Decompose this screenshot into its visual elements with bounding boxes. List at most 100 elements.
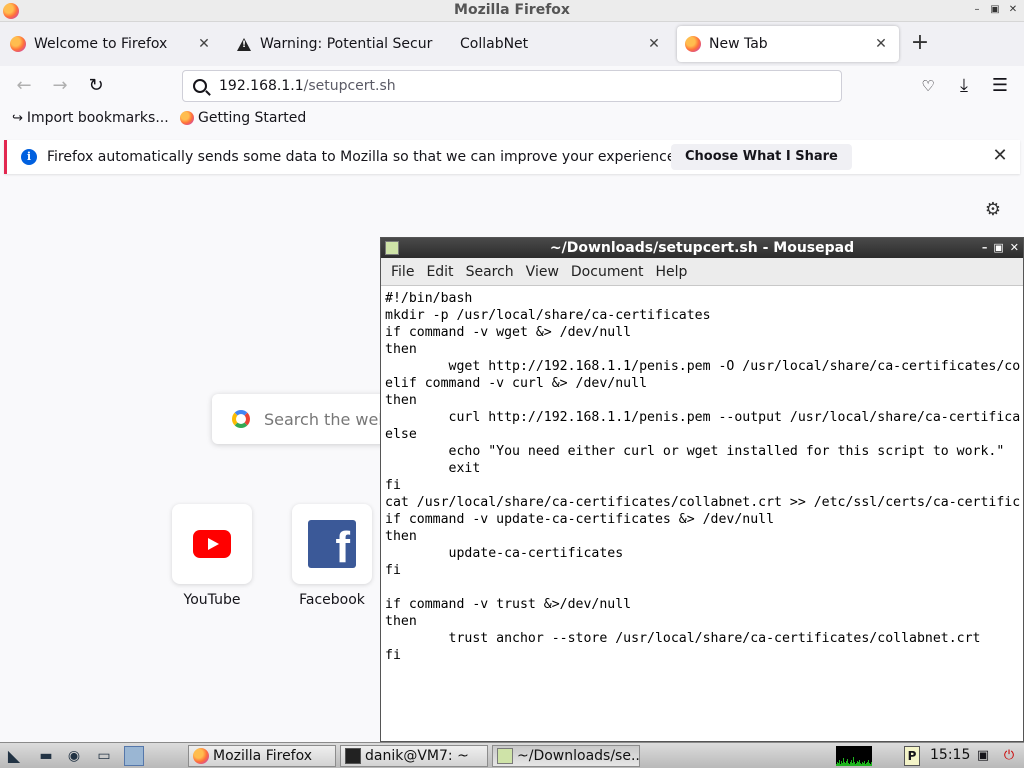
hamburger-menu-icon[interactable]: ☰: [988, 74, 1012, 98]
workspace-icon[interactable]: [124, 746, 144, 766]
tab-label: CollabNet: [460, 36, 529, 52]
code-line: if command -v update-ca-certificates &> …: [385, 512, 775, 527]
tray-app-icon[interactable]: P: [904, 746, 920, 766]
url-path: /setupcert.sh: [303, 78, 396, 94]
code-line: if command -v wget &> /dev/null: [385, 325, 632, 340]
menu-view[interactable]: View: [520, 264, 565, 280]
pocket-icon[interactable]: ♡: [916, 74, 940, 98]
downloads-icon[interactable]: ⤓: [952, 74, 976, 98]
gear-icon[interactable]: ⚙: [983, 200, 1003, 220]
taskbar-terminal[interactable]: danik@VM7: ~: [340, 745, 488, 767]
topsite-tile[interactable]: f: [292, 504, 372, 584]
code-line: curl http://192.168.1.1/penis.pem --outp…: [385, 410, 1021, 425]
close-icon[interactable]: ✕: [1006, 3, 1020, 17]
tab-bar: Welcome to Firefox ✕ Warning: Potential …: [0, 22, 1024, 66]
mousepad-window: ~/Downloads/setupcert.sh - Mousepad – ▣ …: [380, 237, 1024, 742]
tab-new-tab[interactable]: New Tab ✕: [677, 26, 899, 62]
topsite-label: YouTube: [183, 592, 241, 608]
task-label: Mozilla Firefox: [213, 748, 313, 764]
code-line: mkdir -p /usr/local/share/ca-certificate…: [385, 308, 711, 323]
import-icon: ↪: [12, 110, 23, 126]
tab-close-icon[interactable]: ✕: [644, 36, 664, 52]
code-line: echo "You need either curl or wget insta…: [385, 444, 1005, 459]
search-icon: [193, 79, 207, 93]
tab-close-icon[interactable]: ✕: [871, 36, 891, 52]
menu-document[interactable]: Document: [565, 264, 650, 280]
search-placeholder: Search the web: [264, 409, 389, 429]
maximize-icon[interactable]: ▣: [988, 3, 1002, 17]
firefox-icon: [180, 111, 194, 125]
tab-welcome[interactable]: Welcome to Firefox ✕: [2, 26, 222, 62]
minimize-icon[interactable]: –: [982, 238, 988, 258]
topsite-tile[interactable]: [172, 504, 252, 584]
code-line: then: [385, 342, 417, 357]
code-line: fi: [385, 648, 401, 663]
firefox-titlebar: Mozilla Firefox – ▣ ✕: [0, 0, 1024, 22]
mousepad-icon: [385, 241, 399, 255]
topsite-facebook[interactable]: f Facebook: [292, 504, 372, 608]
web-browser-icon[interactable]: ◉: [64, 746, 84, 766]
reload-icon[interactable]: ↻: [84, 74, 108, 98]
back-arrow-icon[interactable]: ←: [12, 74, 36, 98]
start-menu-icon[interactable]: ◣: [4, 746, 24, 766]
code-line: trust anchor --store /usr/local/share/ca…: [385, 631, 981, 646]
firefox-icon: [10, 36, 26, 52]
menu-search[interactable]: Search: [460, 264, 520, 280]
code-line: #!/bin/bash: [385, 291, 473, 306]
url-host: 192.168.1.1: [219, 78, 304, 94]
firefox-icon: [193, 748, 209, 764]
bookmark-import[interactable]: ↪ Import bookmarks...: [12, 110, 169, 126]
terminal-icon: [345, 748, 361, 764]
notification-bar: i Firefox automatically sends some data …: [4, 140, 1020, 174]
tab-warning[interactable]: Warning: Potential Secur: [228, 26, 444, 62]
mousepad-menubar: File Edit Search View Document Help: [381, 258, 1023, 286]
mousepad-title: ~/Downloads/setupcert.sh - Mousepad: [549, 240, 855, 256]
facebook-icon: f: [308, 520, 356, 568]
task-label: danik@VM7: ~: [365, 748, 469, 764]
power-icon[interactable]: ⏻: [1000, 746, 1018, 766]
code-line: fi: [385, 478, 401, 493]
taskbar-mousepad[interactable]: ~/Downloads/se...: [492, 745, 640, 767]
code-line: update-ca-certificates: [385, 546, 624, 561]
text-editor-area[interactable]: #!/bin/bash mkdir -p /usr/local/share/ca-…: [381, 288, 1023, 741]
code-line: then: [385, 393, 417, 408]
cpu-monitor-graph: [836, 746, 872, 766]
clock[interactable]: 15:15: [930, 747, 970, 763]
tab-collabnet[interactable]: CollabNet ✕: [452, 26, 672, 62]
mousepad-titlebar[interactable]: ~/Downloads/setupcert.sh - Mousepad – ▣ …: [381, 238, 1023, 258]
bookmark-getting-started[interactable]: Getting Started: [180, 110, 306, 126]
menu-edit[interactable]: Edit: [420, 264, 459, 280]
choose-what-i-share-button[interactable]: Choose What I Share: [671, 144, 852, 170]
code-line: elif command -v curl &> /dev/null: [385, 376, 648, 391]
menu-file[interactable]: File: [385, 264, 420, 280]
code-line: if command -v trust &>/dev/null: [385, 597, 632, 612]
file-manager-icon[interactable]: ▬: [36, 746, 56, 766]
menu-help[interactable]: Help: [649, 264, 693, 280]
bookmarks-bar: ↪ Import bookmarks... Getting Started: [0, 106, 1024, 134]
show-desktop-icon[interactable]: ▭: [94, 746, 114, 766]
screen-icon[interactable]: ▣: [974, 746, 992, 766]
forward-arrow-icon[interactable]: →: [48, 74, 72, 98]
code-line: exit: [385, 461, 481, 476]
code-line: then: [385, 529, 417, 544]
bookmark-label: Import bookmarks...: [26, 110, 169, 126]
notification-close-icon[interactable]: ✕: [988, 144, 1012, 168]
topsite-label: Facebook: [299, 592, 365, 608]
tab-close-icon[interactable]: ✕: [194, 36, 214, 52]
maximize-icon[interactable]: ▣: [993, 238, 1003, 258]
code-line: fi: [385, 563, 401, 578]
mousepad-window-controls: – ▣ ✕: [982, 238, 1019, 258]
warning-icon: [236, 36, 252, 52]
tab-label: Welcome to Firefox: [34, 36, 168, 52]
url-bar[interactable]: 192.168.1.1/setupcert.sh: [182, 70, 842, 102]
taskbar: ◣ ▬ ◉ ▭ Mozilla Firefox danik@VM7: ~ ~/D…: [0, 742, 1024, 768]
taskbar-firefox[interactable]: Mozilla Firefox: [188, 745, 336, 767]
task-label: ~/Downloads/se...: [517, 748, 640, 764]
minimize-icon[interactable]: –: [970, 3, 984, 17]
topsite-youtube[interactable]: YouTube: [172, 504, 252, 608]
code-line: else: [385, 427, 417, 442]
new-tab-plus-icon[interactable]: +: [906, 30, 934, 58]
close-icon[interactable]: ✕: [1010, 238, 1019, 258]
bookmark-label: Getting Started: [198, 110, 307, 126]
